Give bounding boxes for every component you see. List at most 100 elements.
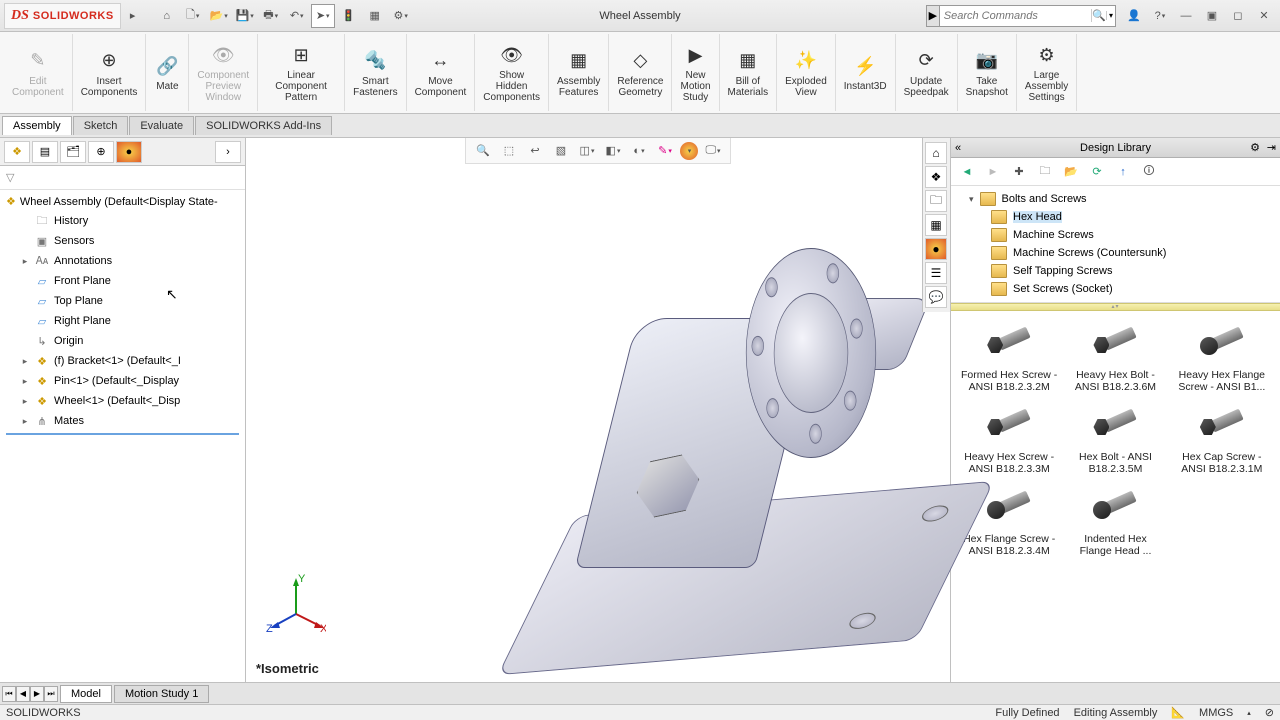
- library-folder-machine-screws-countersunk-[interactable]: Machine Screws (Countersunk): [991, 244, 1278, 262]
- status-custom-icon[interactable]: 📐: [1171, 706, 1185, 719]
- hide-show-icon[interactable]: ◐: [628, 141, 650, 161]
- tree-rollback-bar[interactable]: [6, 433, 239, 435]
- ribbon-show-hidden-components[interactable]: 👁ShowHiddenComponents: [475, 34, 549, 111]
- bottom-tab-motion-study-1[interactable]: Motion Study 1: [114, 685, 209, 703]
- tree-node-wheel1[interactable]: ▸❖Wheel<1> (Default<_Disp: [0, 391, 245, 411]
- library-parent-folder[interactable]: ▾ Bolts and Screws: [969, 190, 1278, 208]
- ribbon-instant3d[interactable]: ⚡Instant3D: [836, 34, 896, 111]
- apply-scene-icon[interactable]: [680, 142, 698, 160]
- tree-filter-icon[interactable]: ▽: [0, 166, 245, 190]
- tree-node-history[interactable]: 🗀History: [0, 211, 245, 231]
- tree-node-pin1[interactable]: ▸❖Pin<1> (Default<_Display: [0, 371, 245, 391]
- tab-first-icon[interactable]: ⏮: [2, 686, 16, 702]
- panel-options-icon[interactable]: ⚙: [1250, 141, 1260, 154]
- config-manager-tab-icon[interactable]: 🗂: [60, 141, 86, 163]
- minimize-icon[interactable]: —: [1174, 4, 1198, 28]
- expand-icon[interactable]: ▸: [20, 376, 30, 387]
- nav-back-icon[interactable]: ◄: [957, 162, 977, 182]
- status-units[interactable]: MMGS: [1199, 707, 1233, 719]
- dimxpert-tab-icon[interactable]: ⊕: [88, 141, 114, 163]
- tree-node-right[interactable]: ▱Right Plane: [0, 311, 245, 331]
- expand-icon[interactable]: ▸: [20, 396, 30, 407]
- menu-expand-icon[interactable]: ▸: [121, 4, 145, 28]
- feature-tree-tab-icon[interactable]: ❖: [4, 141, 30, 163]
- design-library-tab-icon[interactable]: ❖: [925, 166, 947, 188]
- prev-view-icon[interactable]: ↩: [524, 141, 546, 161]
- tab-prev-icon[interactable]: ◀: [16, 686, 30, 702]
- tree-node-sensors[interactable]: ▣Sensors: [0, 231, 245, 251]
- library-folder-self-tapping-screws[interactable]: Self Tapping Screws: [991, 262, 1278, 280]
- ribbon-update-speedpak[interactable]: ⟳UpdateSpeedpak: [896, 34, 958, 111]
- library-item[interactable]: Heavy Hex Bolt - ANSI B18.2.3.6M: [1065, 319, 1165, 395]
- ribbon-exploded-view[interactable]: ✨ExplodedView: [777, 34, 836, 111]
- pin-panel-icon[interactable]: ⇥: [1267, 141, 1276, 154]
- library-folder-set-screws-socket-[interactable]: Set Screws (Socket): [991, 280, 1278, 298]
- doc-tab-assembly[interactable]: Assembly: [2, 116, 72, 135]
- user-icon[interactable]: 👤: [1122, 4, 1146, 28]
- resources-tab-icon[interactable]: ⌂: [925, 142, 947, 164]
- library-item[interactable]: Hex Cap Screw - ANSI B18.2.3.1M: [1172, 401, 1272, 477]
- ribbon-take-snapshot[interactable]: 📷TakeSnapshot: [958, 34, 1017, 111]
- section-view-icon[interactable]: ▧: [550, 141, 572, 161]
- tree-node-f[interactable]: ▸❖(f) Bracket<1> (Default<_I: [0, 351, 245, 371]
- bottom-tab-model[interactable]: Model: [60, 685, 112, 703]
- expand-icon[interactable]: ▸: [20, 256, 30, 267]
- options-gear-icon[interactable]: ⚙: [389, 4, 413, 28]
- file-props-icon[interactable]: ▦: [363, 4, 387, 28]
- status-macro-icon[interactable]: ⊘: [1265, 706, 1274, 719]
- new-file-icon[interactable]: 🗋: [181, 4, 205, 28]
- ribbon-new-motion-study[interactable]: ▶NewMotionStudy: [672, 34, 719, 111]
- search-dropdown-icon[interactable]: ▾: [1106, 11, 1115, 20]
- library-item[interactable]: Heavy Hex Screw - ANSI B18.2.3.3M: [959, 401, 1059, 477]
- tab-next-icon[interactable]: ▶: [30, 686, 44, 702]
- library-item[interactable]: Heavy Hex Flange Screw - ANSI B1...: [1172, 319, 1272, 395]
- home-icon[interactable]: ⌂: [155, 4, 179, 28]
- appearances-tab-icon[interactable]: ●: [925, 238, 947, 260]
- search-commands[interactable]: ▶ 🔍 ▾: [926, 5, 1116, 27]
- library-folder-machine-screws[interactable]: Machine Screws: [991, 226, 1278, 244]
- rebuild-icon[interactable]: 🚦: [337, 4, 361, 28]
- library-splitter[interactable]: [951, 303, 1280, 311]
- tree-node-origin[interactable]: ↳Origin: [0, 331, 245, 351]
- doc-tab-evaluate[interactable]: Evaluate: [129, 116, 194, 135]
- collapse-panel-icon[interactable]: «: [955, 142, 961, 154]
- zoom-fit-icon[interactable]: 🔍: [472, 141, 494, 161]
- print-icon[interactable]: 🖶: [259, 4, 283, 28]
- expand-icon[interactable]: ▸: [20, 356, 30, 367]
- display-manager-tab-icon[interactable]: ●: [116, 141, 142, 163]
- ribbon-smart-fasteners[interactable]: 🔩SmartFasteners: [345, 34, 406, 111]
- property-manager-tab-icon[interactable]: ▤: [32, 141, 58, 163]
- search-input[interactable]: [940, 10, 1091, 22]
- custom-props-tab-icon[interactable]: ☰: [925, 262, 947, 284]
- expand-icon[interactable]: ▸: [20, 416, 30, 427]
- ribbon-linear-component-pattern[interactable]: ⊞Linear ComponentPattern: [258, 34, 345, 111]
- doc-tab-sketch[interactable]: Sketch: [73, 116, 129, 135]
- select-icon[interactable]: ➤: [311, 4, 335, 28]
- tree-node-top[interactable]: ▱Top Plane: [0, 291, 245, 311]
- tree-node-mates[interactable]: ▸⋔Mates: [0, 411, 245, 431]
- view-settings-icon[interactable]: 🖵: [702, 141, 724, 161]
- display-style-icon[interactable]: ◧: [602, 141, 624, 161]
- ribbon-bill-of-materials[interactable]: ▦Bill ofMaterials: [720, 34, 778, 111]
- close-icon[interactable]: ✕: [1252, 4, 1276, 28]
- open-folder-icon[interactable]: 📂: [1061, 162, 1081, 182]
- undo-icon[interactable]: ↶: [285, 4, 309, 28]
- open-file-icon[interactable]: 📂: [207, 4, 231, 28]
- view-triad[interactable]: Y X Z: [266, 574, 326, 634]
- ribbon-move-component[interactable]: ↔MoveComponent: [407, 34, 476, 111]
- view-orient-icon[interactable]: ◫: [576, 141, 598, 161]
- ribbon-reference-geometry[interactable]: ◇ReferenceGeometry: [609, 34, 672, 111]
- library-item[interactable]: Hex Bolt - ANSI B18.2.3.5M: [1065, 401, 1165, 477]
- ribbon-insert-components[interactable]: ⊕InsertComponents: [73, 34, 147, 111]
- file-explorer-tab-icon[interactable]: 🗀: [925, 190, 947, 212]
- maximize-icon[interactable]: ◻: [1226, 4, 1250, 28]
- search-icon[interactable]: 🔍: [1091, 9, 1106, 22]
- tree-node-front[interactable]: ▱Front Plane: [0, 271, 245, 291]
- status-units-dd-icon[interactable]: ▴: [1247, 709, 1251, 717]
- tree-root[interactable]: ❖ Wheel Assembly (Default<Display State-: [0, 192, 245, 211]
- doc-tab-solidworks-add-ins[interactable]: SOLIDWORKS Add-Ins: [195, 116, 332, 135]
- library-folder-hex-head[interactable]: Hex Head: [991, 208, 1278, 226]
- ribbon-large-assembly-settings[interactable]: ⚙LargeAssemblySettings: [1017, 34, 1077, 111]
- restore-icon[interactable]: ▣: [1200, 4, 1224, 28]
- forum-tab-icon[interactable]: 💬: [925, 286, 947, 308]
